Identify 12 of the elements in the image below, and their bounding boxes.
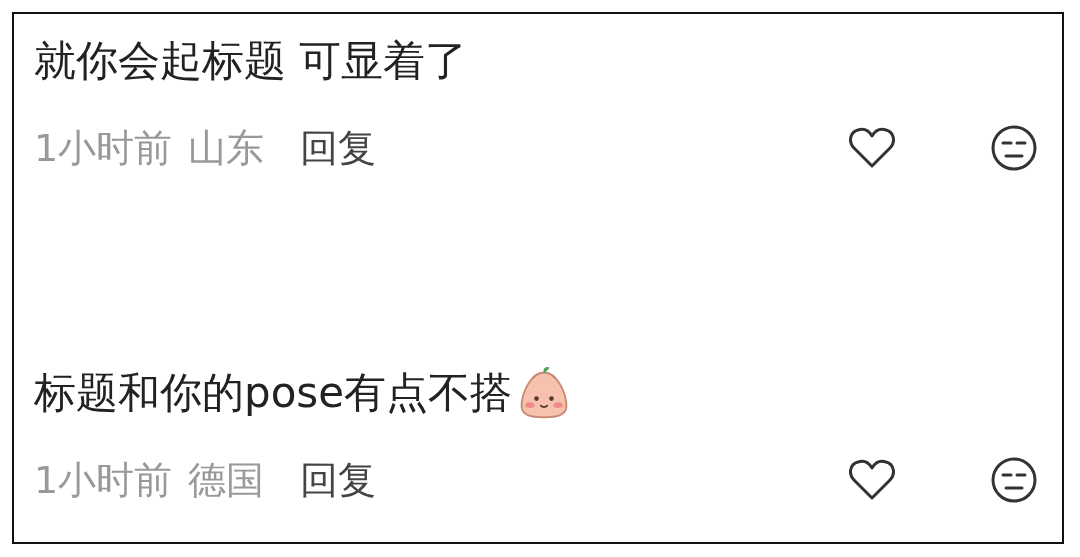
dislike-icon[interactable] xyxy=(990,456,1038,504)
comment-text: 标题和你的pose有点不搭 xyxy=(34,367,513,419)
like-icon[interactable] xyxy=(848,458,896,502)
comment-text: 就你会起标题 可显着了 xyxy=(34,35,468,87)
comment-time: 1小时前 xyxy=(34,124,173,172)
reply-link[interactable]: 回复 xyxy=(300,454,377,506)
dislike-icon[interactable] xyxy=(990,124,1038,172)
reply-link[interactable]: 回复 xyxy=(300,122,377,174)
comment-location: 山东 xyxy=(188,124,265,172)
like-icon[interactable] xyxy=(848,126,896,170)
comment-location: 德国 xyxy=(188,456,265,504)
comment-time: 1小时前 xyxy=(34,456,173,504)
